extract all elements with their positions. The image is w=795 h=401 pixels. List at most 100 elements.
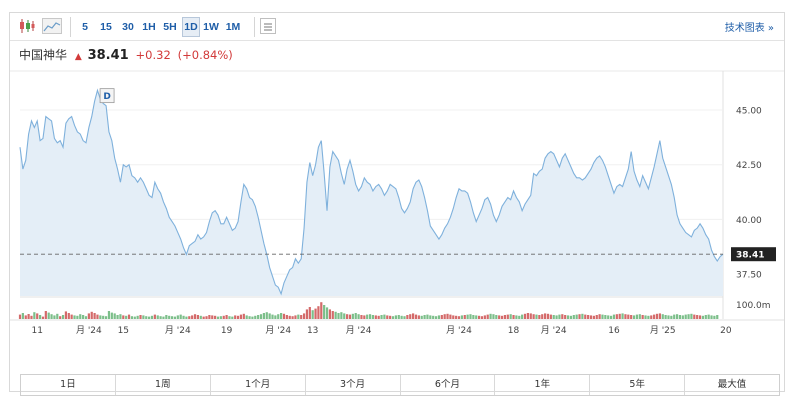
x-tick-label: 19 (221, 326, 233, 336)
volume-bar (630, 315, 633, 319)
volume-bar (44, 311, 47, 319)
volume-bar (403, 316, 406, 319)
x-tick-label: 月 '24 (265, 325, 291, 336)
volume-bar (380, 315, 383, 319)
volume-bar (506, 314, 509, 319)
volume-bar (242, 313, 245, 319)
volume-bar (495, 315, 498, 319)
volume-bar (82, 315, 85, 319)
volume-bar (265, 312, 268, 319)
x-tick-label: 15 (118, 326, 129, 336)
volume-bar (455, 315, 458, 319)
y-tick-label: 42.50 (736, 161, 762, 171)
volume-bar (641, 315, 644, 319)
volume-bar (173, 316, 177, 319)
range-button-2[interactable]: 1个月 (211, 375, 306, 395)
volume-bar (282, 313, 286, 319)
volume-bar (653, 314, 656, 319)
volume-bar (288, 315, 291, 319)
volume-bar (285, 315, 288, 319)
volume-bar (521, 314, 524, 319)
volume-bar (670, 315, 673, 319)
dividend-marker-label: D (103, 92, 110, 102)
volume-bar (429, 315, 432, 319)
range-button-7[interactable]: 最大值 (685, 375, 779, 395)
volume-bar (156, 315, 159, 319)
volume-bar (412, 313, 415, 319)
volume-bar (710, 315, 713, 319)
volume-bar (168, 315, 171, 319)
volume-bar (196, 315, 200, 319)
volume-bar (179, 314, 182, 319)
volume-bar (532, 314, 535, 319)
range-button-1[interactable]: 1周 (116, 375, 211, 395)
volume-bar (96, 314, 99, 319)
volume-bar (145, 316, 148, 319)
volume-bar (127, 314, 131, 319)
price-chart[interactable]: 45.00 42.50 40.00 37.50 38.41 D 100.0m 11 月 '24 1… (10, 13, 784, 353)
volume-bar (426, 314, 429, 319)
volume-bar (546, 313, 550, 319)
x-tick-label: 月 '24 (76, 325, 102, 336)
volume-bar (133, 316, 136, 319)
volume-bar (615, 314, 618, 319)
volume-bar (541, 314, 544, 319)
volume-bar (291, 316, 294, 319)
volume-bar (386, 315, 389, 319)
volume-bar (56, 313, 59, 319)
volume-bar (262, 313, 265, 319)
volume-bar (698, 315, 702, 319)
volume-bar (561, 314, 564, 319)
volume-bar (627, 314, 630, 319)
range-button-4[interactable]: 6个月 (401, 375, 496, 395)
volume-bar (687, 314, 690, 319)
volume-bar (394, 315, 397, 319)
volume-bar (211, 315, 214, 319)
volume-bar (650, 315, 653, 319)
chart-widget: 5 15 30 1H 5H 1D 1W 1M 技术图表 » 中国神华 ▲ 38.41 +0.3… (9, 12, 785, 396)
volume-bar (110, 312, 113, 319)
volume-bar (191, 315, 194, 319)
volume-bar (647, 315, 650, 319)
volume-bar (371, 315, 375, 319)
volume-bar (409, 314, 412, 319)
x-tick-label: 月 '24 (541, 325, 567, 336)
volume-bar (684, 314, 687, 319)
volume-bar (38, 315, 42, 319)
volume-bar (678, 315, 682, 319)
volume-bar (93, 313, 96, 319)
volume-bar (701, 315, 705, 319)
volume-bar (297, 314, 300, 319)
x-tick-label: 16 (608, 326, 620, 336)
volume-bar (595, 315, 598, 319)
volume-bar (234, 315, 237, 319)
volume-bar (503, 315, 507, 319)
volume-bar (76, 315, 79, 319)
volume-bar (104, 316, 108, 319)
range-button-0[interactable]: 1日 (21, 375, 116, 395)
volume-bar (125, 315, 128, 319)
volume-bar (526, 313, 529, 319)
volume-bar (18, 314, 22, 319)
volume-bar (142, 315, 145, 319)
volume-bar (529, 313, 532, 319)
volume-bar (486, 314, 489, 319)
volume-bar (377, 315, 380, 319)
volume-bar (604, 315, 607, 319)
volume-bar (257, 315, 260, 319)
volume-bar (449, 314, 452, 319)
volume-bar (150, 315, 154, 319)
volume-bar (566, 315, 570, 319)
volume-bar (707, 314, 710, 319)
volume-bar (216, 316, 220, 319)
volume-bar (457, 316, 461, 319)
x-tick-label: 11 (31, 326, 42, 336)
volume-bar (661, 314, 664, 319)
volume-bar (549, 314, 552, 319)
volume-bar (601, 314, 604, 319)
range-button-6[interactable]: 5年 (590, 375, 686, 395)
volume-bar (102, 315, 105, 319)
range-button-5[interactable]: 1年 (495, 375, 591, 395)
volume-bar (414, 314, 418, 319)
range-button-3[interactable]: 3个月 (306, 375, 401, 395)
